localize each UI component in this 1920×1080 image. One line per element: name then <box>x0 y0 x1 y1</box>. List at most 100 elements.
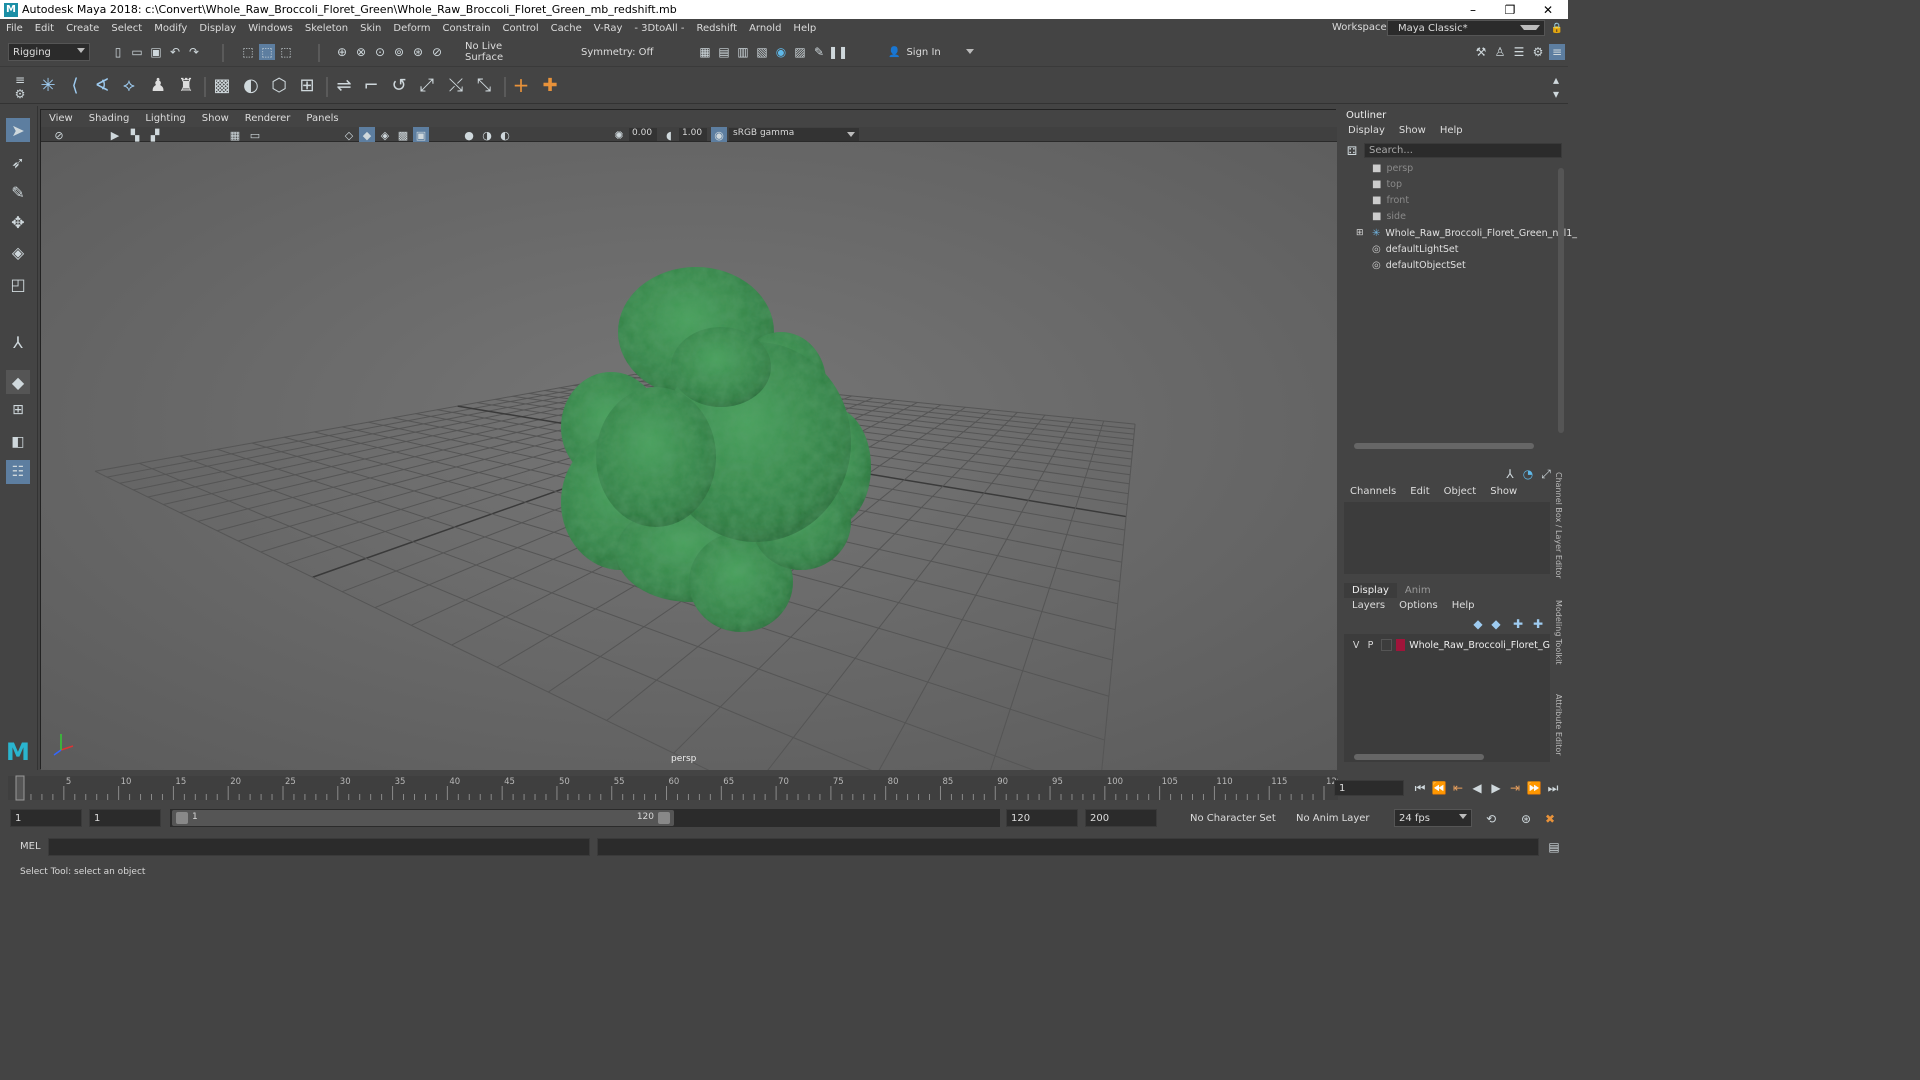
menu-file[interactable]: File <box>0 23 29 34</box>
outliner-search-input[interactable]: Search... <box>1364 143 1562 158</box>
viewport-menu-panels[interactable]: Panels <box>298 113 346 124</box>
channel-menu-object[interactable]: Object <box>1444 486 1477 497</box>
menu-skin[interactable]: Skin <box>354 23 387 34</box>
channel-menu-show[interactable]: Show <box>1490 486 1517 497</box>
cluster-icon[interactable]: ⊞ <box>299 75 315 96</box>
two-view-icon[interactable]: ◧ <box>6 430 30 454</box>
humanik-skeleton-icon[interactable]: ♟ <box>150 75 166 96</box>
snap-grid-icon[interactable]: ⊕ <box>334 44 350 60</box>
range-slider-handle[interactable]: 1 120 <box>172 810 674 826</box>
sign-in-button[interactable]: 👤 Sign In <box>884 43 978 61</box>
channel-menu-edit[interactable]: Edit <box>1410 486 1429 497</box>
parent-constraint-icon[interactable]: ⇌ <box>336 75 352 96</box>
menu-select[interactable]: Select <box>105 23 148 34</box>
step-forward-key-icon[interactable]: ⏩ <box>1526 780 1542 796</box>
layer-hscrollbar[interactable] <box>1354 754 1484 760</box>
viewport-menu-shading[interactable]: Shading <box>81 113 138 124</box>
select-component-icon[interactable]: ⬚ <box>278 44 294 60</box>
layer-visibility-toggle[interactable]: V <box>1350 640 1362 651</box>
outliner-item[interactable]: ■ front <box>1366 193 1409 209</box>
snap-view-icon[interactable]: ⊚ <box>391 44 407 60</box>
layer-playback-toggle[interactable]: P <box>1364 640 1376 651</box>
playback-end-field[interactable]: 120 <box>1006 809 1078 827</box>
render-view-icon[interactable]: ▤ <box>716 44 732 60</box>
scene-end-field[interactable]: 200 <box>1085 809 1157 827</box>
expand-icon[interactable]: ⊞ <box>1356 228 1364 238</box>
ik-handle-icon[interactable]: ⟨ <box>67 75 83 96</box>
pause-render-icon[interactable]: ❚❚ <box>828 44 848 60</box>
go-to-start-icon[interactable]: ⏮ <box>1412 780 1428 796</box>
shadows-icon[interactable]: ● <box>461 127 477 143</box>
step-back-key-icon[interactable]: ⏪ <box>1431 780 1447 796</box>
orient-constraint-icon[interactable]: ↺ <box>391 75 407 96</box>
set-key-icon[interactable]: + <box>513 73 530 97</box>
menu-3dtoall[interactable]: - 3DtoAll - <box>628 23 690 34</box>
outliner-item[interactable]: ◎ defaultObjectSet <box>1366 258 1466 274</box>
ik-spline-icon[interactable]: ∢ <box>94 75 110 96</box>
move-layer-down-icon[interactable]: ◆ <box>1488 616 1504 632</box>
viewport-canvas[interactable] <box>41 142 1337 770</box>
render-frame-icon[interactable]: ▦ <box>697 44 713 60</box>
menu-v-ray[interactable]: V-Ray <box>588 23 629 34</box>
outliner-item[interactable]: ■ persp <box>1366 160 1413 176</box>
outliner-menu-show[interactable]: Show <box>1399 125 1426 136</box>
point-constraint-icon[interactable]: ⌐ <box>363 75 379 96</box>
select-object-icon[interactable]: ⬚ <box>259 44 275 60</box>
side-tab-0[interactable]: Channel Box / Layer Editor <box>1554 472 1563 579</box>
menu-control[interactable]: Control <box>496 23 544 34</box>
lasso-tool-icon[interactable]: ➶ <box>6 150 30 174</box>
scale-tool-icon[interactable]: ◰ <box>6 272 30 296</box>
outliner-hscrollbar[interactable] <box>1354 443 1534 449</box>
side-tab-2[interactable]: Attribute Editor <box>1554 694 1563 756</box>
scale-constraint-icon[interactable]: ⤢ <box>419 75 435 96</box>
layer-tab-anim[interactable]: Anim <box>1397 583 1439 598</box>
play-forwards-icon[interactable]: ▶ <box>1488 780 1504 796</box>
layer-row[interactable]: V P Whole_Raw_Broccoli_Floret_G <box>1344 637 1550 653</box>
open-scene-icon[interactable]: ▭ <box>129 44 145 60</box>
menu-create[interactable]: Create <box>60 23 105 34</box>
viewport-menu-renderer[interactable]: Renderer <box>237 113 299 124</box>
select-hierarchy-icon[interactable]: ⬚ <box>240 44 256 60</box>
viewport-menu-view[interactable]: View <box>41 113 81 124</box>
close-button[interactable]: ✕ <box>1530 0 1566 19</box>
bookmark-icon[interactable]: ▚ <box>127 127 143 143</box>
tool-settings-icon[interactable]: ⚙ <box>1530 44 1546 60</box>
textured-icon[interactable]: ▩ <box>395 127 411 143</box>
mirror-joint-icon[interactable]: ⟡ <box>121 75 137 96</box>
viewport-menu-lighting[interactable]: Lighting <box>137 113 193 124</box>
undo-icon[interactable]: ↶ <box>167 44 183 60</box>
new-scene-icon[interactable]: ▯ <box>110 44 126 60</box>
character-set-dropdown[interactable]: No Character Set <box>1186 809 1281 827</box>
camera-attributes-icon[interactable]: ⊘ <box>51 127 67 143</box>
playback-start-field[interactable]: 1 <box>89 809 161 827</box>
time-slider[interactable]: 1510152025303540455055606570758085909510… <box>0 772 1568 804</box>
outliner-filter-icon[interactable]: ⚃ <box>1344 143 1360 159</box>
paint-weights-icon[interactable]: ◐ <box>243 75 259 96</box>
snap-point-icon[interactable]: ⊙ <box>372 44 388 60</box>
ipr-render-icon[interactable]: ▥ <box>735 44 751 60</box>
pole-vector-icon[interactable]: ⤡ <box>476 75 492 96</box>
outliner-item[interactable]: ■ top <box>1366 176 1402 192</box>
channel-box-icon[interactable]: ≡ <box>1549 44 1565 60</box>
menu-modify[interactable]: Modify <box>148 23 193 34</box>
channel-icon-b[interactable]: ◔ <box>1520 466 1536 482</box>
snap-surface-icon[interactable]: ⊛ <box>410 44 426 60</box>
lock-icon[interactable]: 🔒 <box>1549 20 1565 36</box>
menu-cache[interactable]: Cache <box>545 23 588 34</box>
viewport-menu-show[interactable]: Show <box>194 113 237 124</box>
play-backwards-icon[interactable]: ◀ <box>1469 780 1485 796</box>
layer-type-toggle[interactable] <box>1380 639 1392 651</box>
channel-icon-c[interactable]: ⤢ <box>1538 466 1554 482</box>
menu-constrain[interactable]: Constrain <box>437 23 497 34</box>
anim-prefs-icon[interactable]: ✖ <box>1542 811 1558 827</box>
layer-menu-help[interactable]: Help <box>1452 600 1475 611</box>
light-editor-icon[interactable]: ✎ <box>811 44 827 60</box>
save-scene-icon[interactable]: ▣ <box>148 44 164 60</box>
last-tool-icon[interactable]: ⅄ <box>6 330 30 354</box>
paint-select-icon[interactable]: ✎ <box>6 180 30 204</box>
fps-dropdown[interactable]: 24 fps <box>1394 809 1472 827</box>
menu-set-dropdown[interactable]: Rigging <box>8 43 90 61</box>
layer-color-swatch[interactable] <box>1395 639 1406 651</box>
colorspace-dropdown[interactable]: sRGB gamma <box>729 128 859 141</box>
modeling-toolkit-icon[interactable]: ⚒ <box>1473 44 1489 60</box>
